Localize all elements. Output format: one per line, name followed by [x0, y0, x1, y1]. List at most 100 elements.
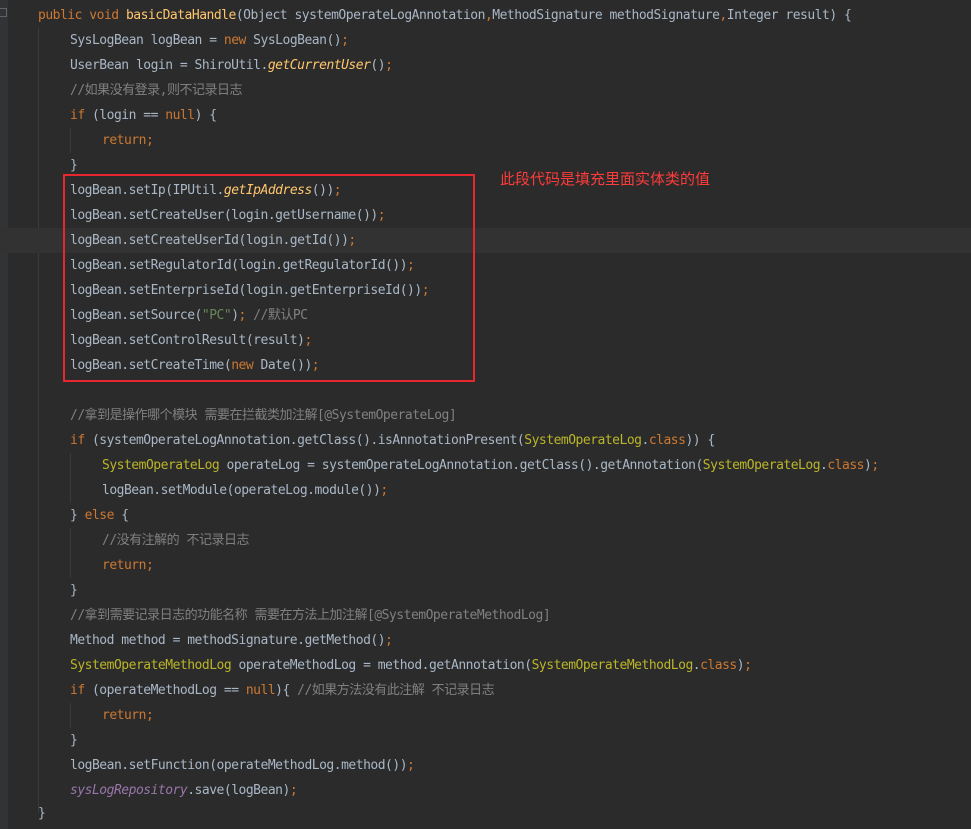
code-line[interactable]: return;	[0, 128, 971, 153]
code-line[interactable]: logBean.setRegulatorId(login.getRegulato…	[0, 253, 971, 278]
code-line[interactable]: SystemOperateLog operateLog = systemOper…	[0, 453, 971, 478]
code-token: }	[70, 583, 78, 598]
code-line[interactable]: if (operateMethodLog == null){ //如果方法没有此…	[0, 678, 971, 703]
code-line-text: SystemOperateLog operateLog = systemOper…	[102, 453, 879, 478]
code-editor[interactable]: public void basicDataHandle(Object syste…	[0, 0, 971, 829]
code-token: SystemOperateLog	[702, 458, 821, 473]
code-line[interactable]: logBean.setFunction(operateMethodLog.met…	[0, 753, 971, 778]
code-line[interactable]: logBean.setCreateUser(login.getUsername(…	[0, 203, 971, 228]
code-token: (Object systemOperateLogAnnotation	[235, 8, 486, 23]
code-line[interactable]: return;	[0, 703, 971, 728]
code-line[interactable]: if (systemOperateLogAnnotation.getClass(…	[0, 428, 971, 453]
code-token: )	[231, 308, 239, 323]
code-token: ;	[304, 333, 312, 348]
code-token: logBean.setEnterpriseId(login.getEnterpr…	[70, 283, 422, 298]
code-token: {	[113, 508, 129, 523]
code-line-text: return;	[102, 553, 154, 578]
code-token: operateMethodLog = method.getAnnotation(	[231, 658, 533, 673]
code-token: //拿到是操作哪个模块 需要在拦截类加注解[@SystemOperateLog]	[70, 408, 457, 423]
code-line[interactable]: }	[0, 728, 971, 753]
code-token: sysLogRepository	[70, 783, 188, 798]
code-token: (login ==	[84, 108, 166, 123]
code-token: ) {	[194, 108, 217, 123]
code-line[interactable]: }	[0, 153, 971, 178]
code-token: void	[89, 8, 119, 23]
code-token: return;	[102, 558, 154, 573]
code-token: logBean.setModule(operateLog.module())	[102, 483, 381, 498]
code-line-text: logBean.setIp(IPUtil.getIpAddress());	[70, 178, 342, 203]
code-line-text: logBean.setRegulatorId(login.getRegulato…	[70, 253, 415, 278]
code-line[interactable]	[0, 378, 971, 403]
code-line[interactable]: }	[0, 801, 971, 826]
code-line[interactable]: logBean.setControlResult(result);	[0, 328, 971, 353]
code-token: class	[648, 433, 686, 448]
code-token: logBean.setSource(	[70, 308, 202, 323]
code-line-text: //拿到需要记录日志的功能名称 需要在方法上加注解[@SystemOperate…	[70, 603, 551, 628]
code-token: ;	[744, 658, 752, 673]
code-token: .	[641, 433, 650, 448]
code-line[interactable]: //拿到需要记录日志的功能名称 需要在方法上加注解[@SystemOperate…	[0, 603, 971, 628]
code-line-text: }	[70, 153, 78, 178]
code-token: //拿到需要记录日志的功能名称 需要在方法上加注解[@SystemOperate…	[70, 608, 551, 623]
code-token: SystemOperateLog	[524, 433, 642, 448]
code-token: //如果没有登录,则不记录日志	[70, 83, 242, 98]
code-line[interactable]: SysLogBean logBean = new SysLogBean();	[0, 28, 971, 53]
code-line[interactable]: //没有注解的 不记录日志	[0, 528, 971, 553]
code-token: ;	[407, 758, 415, 773]
code-line[interactable]: logBean.setEnterpriseId(login.getEnterpr…	[0, 278, 971, 303]
code-line[interactable]: return;	[0, 553, 971, 578]
code-token: //没有注解的 不记录日志	[102, 533, 249, 548]
code-token: ;	[341, 33, 349, 48]
code-line[interactable]: if (login == null) {	[0, 103, 971, 128]
code-token: MethodSignature methodSignature	[492, 8, 720, 23]
code-token: new	[231, 358, 254, 373]
code-line-text: //没有注解的 不记录日志	[102, 528, 249, 553]
code-token: ;	[333, 183, 342, 198]
code-line-text: logBean.setControlResult(result);	[70, 328, 312, 353]
code-token: ;	[377, 208, 386, 223]
code-line[interactable]: logBean.setIp(IPUtil.getIpAddress());	[0, 178, 971, 203]
code-token: if	[70, 108, 85, 123]
code-token: ;	[289, 783, 298, 798]
code-line[interactable]: SystemOperateMethodLog operateMethodLog …	[0, 653, 971, 678]
code-token: Date())	[253, 358, 312, 373]
code-line[interactable]: logBean.setCreateTime(new Date());	[0, 353, 971, 378]
code-line[interactable]: //如果没有登录,则不记录日志	[0, 78, 971, 103]
code-token: return;	[102, 708, 154, 723]
code-token: logBean.setIp(IPUtil.	[70, 183, 224, 198]
code-line-text: logBean.setCreateTime(new Date());	[70, 353, 320, 378]
code-token: SysLogBean logBean =	[70, 33, 224, 48]
code-line[interactable]: Method method = methodSignature.getMetho…	[0, 628, 971, 653]
code-token: SystemOperateMethodLog	[70, 658, 232, 673]
code-token: //如果方法没有此注解 不记录日志	[297, 683, 495, 698]
code-token: ;	[871, 458, 879, 473]
code-line[interactable]: logBean.setSource("PC"); //默认PC	[0, 303, 971, 328]
code-line[interactable]: logBean.setModule(operateLog.module());	[0, 478, 971, 503]
code-token: ())	[311, 183, 334, 198]
code-token: ()	[370, 58, 386, 73]
code-line-text: if (login == null) {	[70, 103, 217, 128]
code-line-text: logBean.setFunction(operateMethodLog.met…	[70, 753, 415, 778]
code-line[interactable]: //拿到是操作哪个模块 需要在拦截类加注解[@SystemOperateLog]	[0, 403, 971, 428]
code-token: class	[700, 658, 737, 673]
code-line[interactable]: UserBean login = ShiroUtil.getCurrentUse…	[0, 53, 971, 78]
code-token: ){	[275, 683, 298, 698]
code-token: SysLogBean()	[245, 33, 342, 48]
code-line[interactable]: logBean.setCreateUserId(login.getId());	[0, 228, 971, 253]
code-line-text: logBean.setModule(operateLog.module());	[102, 478, 388, 503]
code-token: ;	[348, 233, 356, 248]
code-line-text: sysLogRepository.save(logBean);	[70, 778, 298, 803]
code-token: }	[70, 508, 85, 523]
code-line-text: //如果没有登录,则不记录日志	[70, 78, 242, 103]
code-token: ;	[407, 258, 415, 273]
code-line-text: SystemOperateMethodLog operateMethodLog …	[70, 653, 752, 678]
code-line[interactable]: } else {	[0, 503, 971, 528]
code-line-text: public void basicDataHandle(Object syste…	[38, 3, 852, 28]
code-token: .	[692, 658, 701, 673]
code-line[interactable]: }	[0, 578, 971, 603]
code-token: logBean.setControlResult(result)	[70, 333, 305, 348]
code-line-text: logBean.setCreateUserId(login.getId());	[70, 228, 356, 253]
code-line[interactable]: sysLogRepository.save(logBean);	[0, 778, 971, 803]
code-line[interactable]: public void basicDataHandle(Object syste…	[0, 3, 971, 28]
